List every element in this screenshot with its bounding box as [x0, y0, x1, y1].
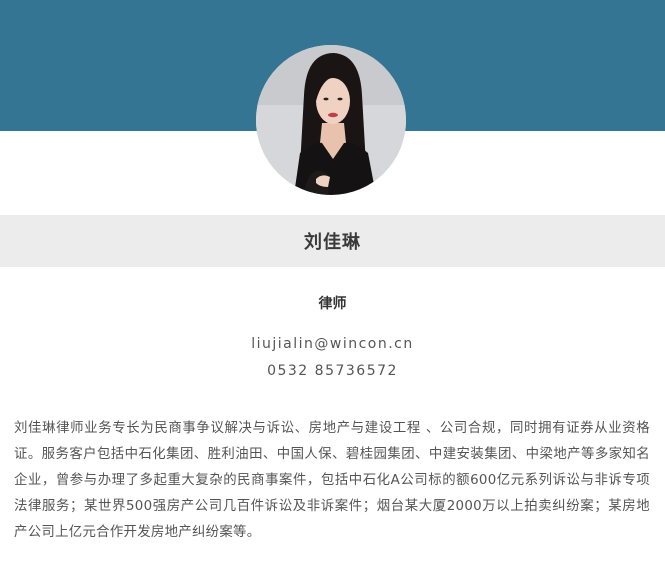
name-band: 刘佳琳	[0, 215, 665, 267]
profile-name: 刘佳琳	[304, 232, 361, 253]
profile-bio: 刘佳琳律师业务专长为民商事争议解决与诉讼、房地产与建设工程 、公司合规，同时拥有…	[14, 421, 650, 540]
profile-title: 律师	[318, 296, 347, 312]
lawyer-profile-page: 刘佳琳 律师 liujialin@wincon.cn 0532 85736572…	[0, 0, 665, 583]
email-address[interactable]: liujialin@wincon.cn	[0, 336, 665, 352]
avatar	[256, 45, 406, 195]
portrait-photo-icon	[256, 45, 406, 195]
phone-number[interactable]: 0532 85736572	[0, 363, 665, 379]
